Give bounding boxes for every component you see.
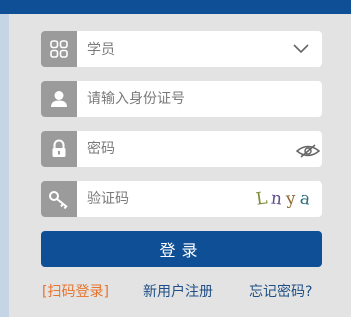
- eye-off-icon[interactable]: [295, 143, 321, 162]
- scan-login-link[interactable]: [扫码登录]: [42, 281, 109, 301]
- key-icon: [41, 181, 77, 217]
- password-field[interactable]: [41, 131, 322, 167]
- captcha-char: y: [285, 188, 297, 210]
- password-input[interactable]: [87, 131, 277, 167]
- role-select[interactable]: 学员: [41, 31, 322, 67]
- top-header-bar: [0, 0, 351, 14]
- grid-icon: [41, 31, 77, 67]
- captcha-char: L: [254, 188, 269, 210]
- id-number-field[interactable]: [41, 81, 322, 117]
- captcha-char: a: [298, 188, 312, 210]
- footer-links: [扫码登录] 新用户注册 忘记密码?: [42, 281, 327, 301]
- captcha-image[interactable]: L n y a: [254, 186, 312, 212]
- user-icon: [41, 81, 77, 117]
- role-select-value: 学员: [87, 42, 115, 58]
- lock-icon: [41, 131, 77, 167]
- forgot-password-link[interactable]: 忘记密码?: [249, 281, 312, 301]
- register-link[interactable]: 新用户注册: [143, 281, 213, 301]
- captcha-char: n: [270, 188, 284, 210]
- captcha-field[interactable]: L n y a: [41, 181, 322, 217]
- id-number-input[interactable]: [87, 81, 277, 117]
- login-button[interactable]: 登录: [41, 231, 322, 267]
- captcha-input[interactable]: [87, 181, 277, 217]
- chevron-down-icon[interactable]: [292, 41, 310, 60]
